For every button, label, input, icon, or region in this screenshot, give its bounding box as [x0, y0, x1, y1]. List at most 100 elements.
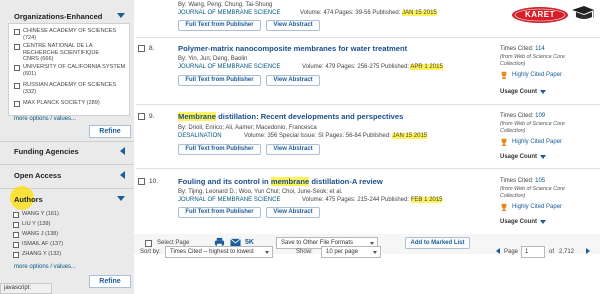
record-meta: Volume: 475 Pages: 215-244 Published: FE…	[302, 197, 443, 203]
record-title-rest: distillation: Recent developments and pe…	[215, 112, 404, 121]
usage-count-label: Usage Count	[500, 219, 538, 225]
org-facet-item[interactable]: UNIVERSITY OF CALIFORNIA SYSTEM (601)	[14, 64, 126, 77]
full-text-button[interactable]: Full Text from Publisher	[178, 75, 261, 86]
chevron-left-icon[interactable]	[120, 147, 125, 155]
checkbox[interactable]	[13, 241, 19, 248]
record-journal[interactable]: JOURNAL OF MEMBRANE SCIENCE	[178, 10, 280, 16]
record-authors: By: Yin, Jun; Deng, Baolin	[178, 56, 248, 62]
author-facet-item[interactable]: LIU Y (139)	[13, 221, 50, 228]
author-facet-item[interactable]: ISMAIL AF (137)	[13, 241, 63, 248]
authors-facet-title[interactable]: Authors	[0, 195, 134, 204]
record-checkbox[interactable]	[138, 45, 145, 52]
highly-cited-label: Highly Cited Paper	[512, 139, 563, 145]
org-facet-title-text: Organizations-Enhanced	[14, 12, 103, 21]
times-cited-count[interactable]: 114	[535, 46, 545, 52]
record-journal[interactable]: JOURNAL OF MEMBRANE SCIENCE	[178, 64, 280, 70]
org-facet-title[interactable]: Organizations-Enhanced	[0, 12, 134, 21]
endnote-5k-link[interactable]: 5K	[245, 239, 254, 246]
org-more-options-link[interactable]: more options / values...	[14, 116, 76, 122]
times-cited: Times Cited: 109	[500, 113, 545, 119]
checkbox[interactable]	[14, 28, 20, 35]
full-text-button[interactable]: Full Text from Publisher	[178, 207, 261, 218]
org-facet-item[interactable]: CENTRE NATIONAL DE LA RECHERCHE SCIENTIF…	[14, 43, 114, 63]
per-page-select[interactable]: 10 per page	[321, 246, 381, 258]
checkbox[interactable]	[14, 43, 20, 50]
author-facet-item-label: LIU Y (139)	[22, 221, 51, 227]
full-text-button[interactable]: Full Text from Publisher	[178, 20, 261, 31]
times-cited-label: Times Cited:	[500, 46, 534, 52]
chevron-down-icon	[373, 251, 377, 254]
record-checkbox[interactable]	[138, 178, 145, 185]
record-title[interactable]: Fouling and its control in membrane dist…	[178, 177, 383, 186]
add-to-marked-list-button[interactable]: Add to Marked List	[405, 237, 470, 249]
view-abstract-button[interactable]: View Abstract	[266, 144, 320, 155]
divider	[0, 141, 134, 142]
record-journal[interactable]: DESALINATION	[178, 133, 222, 139]
checkbox[interactable]	[14, 64, 20, 71]
checkbox[interactable]	[13, 211, 19, 218]
times-cited-count[interactable]: 105	[535, 178, 545, 184]
org-facet-item-label: CHINESE ACADEMY OF SCIENCES (724)	[23, 28, 117, 41]
divider	[136, 37, 600, 38]
chevron-down-icon	[265, 251, 269, 254]
highly-cited-badge[interactable]: Highly Cited Paper	[500, 71, 562, 79]
checkbox[interactable]	[13, 221, 19, 228]
open-access-facet[interactable]: Open Access	[0, 171, 134, 180]
authors-refine-button[interactable]: Refine	[89, 275, 131, 288]
org-refine-button[interactable]: Refine	[89, 125, 131, 138]
chevron-down-icon[interactable]	[117, 13, 125, 18]
highly-cited-badge[interactable]: Highly Cited Paper	[500, 203, 562, 211]
trophy-icon	[501, 203, 507, 211]
funding-agencies-title: Funding Agencies	[14, 147, 79, 156]
record-number: 8.	[149, 45, 155, 52]
record-journal[interactable]: JOURNAL OF MEMBRANE SCIENCE	[178, 197, 280, 203]
org-facet-item[interactable]: MAX PLANCK SOCIETY (289)	[14, 100, 126, 107]
sort-select[interactable]: Times Cited -- highest to lowest	[165, 246, 273, 258]
author-facet-item-label: WANG Y (161)	[22, 211, 59, 217]
funding-agencies-facet[interactable]: Funding Agencies	[0, 147, 134, 156]
record-title[interactable]: Polymer-matrix nanocomposite membranes f…	[178, 44, 407, 53]
chevron-left-icon[interactable]	[120, 171, 125, 179]
authors-more-options-link[interactable]: more options / values...	[14, 264, 76, 270]
org-facet-item[interactable]: CHINESE ACADEMY OF SCIENCES (724)	[14, 28, 126, 41]
record-title[interactable]: Membrane distillation: Recent developmen…	[178, 112, 403, 121]
org-facet-item[interactable]: RUSSIAN ACADEMY OF SCIENCES (332)	[14, 82, 126, 95]
author-facet-item-label: WANG J (138)	[22, 231, 59, 237]
previous-page-icon[interactable]	[496, 248, 500, 254]
view-abstract-button[interactable]: View Abstract	[266, 20, 320, 31]
checkbox[interactable]	[14, 100, 20, 107]
usage-count[interactable]: Usage Count	[500, 89, 547, 95]
chevron-down-icon[interactable]	[117, 196, 125, 201]
usage-count[interactable]: Usage Count	[500, 154, 547, 160]
author-facet-item[interactable]: WANG Y (161)	[13, 211, 59, 218]
record-number: 10.	[149, 178, 159, 185]
status-bar: javascript:	[0, 283, 52, 294]
record-authors: By: Tijing, Leonard D.; Woo, Yun Chul; C…	[178, 189, 343, 195]
highly-cited-label: Highly Cited Paper	[512, 204, 563, 210]
times-cited-count[interactable]: 109	[535, 113, 545, 119]
checkbox[interactable]	[13, 231, 19, 238]
view-abstract-button[interactable]: View Abstract	[266, 207, 320, 218]
times-cited-source: (from Web of Science Core Collection)	[500, 121, 565, 134]
per-page-value: 10 per page	[326, 249, 359, 255]
chevron-down-icon	[540, 155, 547, 159]
refine-sidebar: Organizations-Enhanced CHINESE ACADEMY O…	[0, 0, 134, 294]
checkbox[interactable]	[13, 251, 19, 258]
author-facet-item[interactable]: WANG J (138)	[13, 231, 58, 238]
karet-logo: KARET	[510, 2, 595, 26]
times-cited: Times Cited: 105	[500, 178, 545, 184]
record-checkbox[interactable]	[138, 113, 145, 120]
view-abstract-button[interactable]: View Abstract	[266, 75, 320, 86]
highly-cited-badge[interactable]: Highly Cited Paper	[500, 138, 562, 146]
next-page-icon[interactable]	[586, 248, 590, 254]
trophy-icon	[501, 138, 507, 146]
select-page-checkbox[interactable]	[145, 240, 152, 247]
show-label: Show:	[296, 249, 313, 255]
sort-label: Sort by:	[140, 249, 161, 255]
usage-count[interactable]: Usage Count	[500, 219, 547, 225]
author-facet-item[interactable]: ZHANG Y (132)	[13, 251, 61, 258]
checkbox[interactable]	[14, 82, 20, 89]
full-text-button[interactable]: Full Text from Publisher	[178, 144, 261, 155]
page-number-input[interactable]: 1	[521, 246, 545, 258]
record-meta-text: Volume: 479 Pages: 256-275 Published:	[302, 64, 410, 70]
